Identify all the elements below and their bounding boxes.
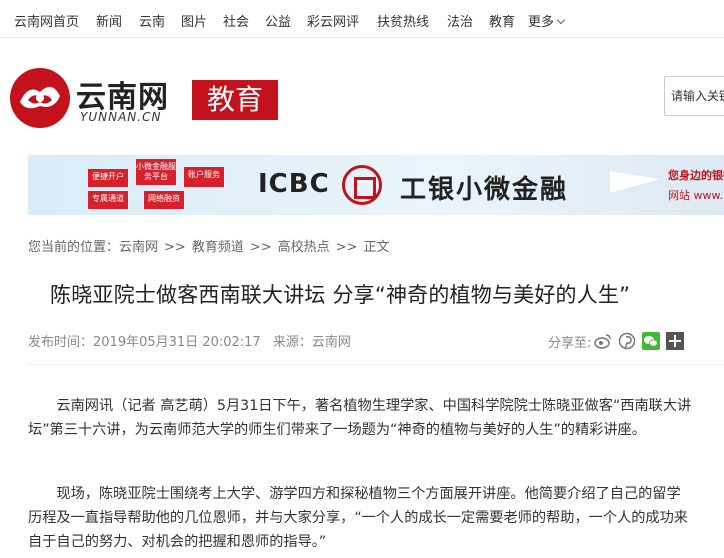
source-value[interactable]: 云南网 xyxy=(312,335,351,350)
article-title: 陈晓亚院士做客西南联大讲坛 分享“神奇的植物与美好的人生” xyxy=(50,283,631,307)
breadcrumb-separator: >> xyxy=(164,240,186,255)
nav-item-commentary[interactable]: 彩云网评 xyxy=(307,11,359,30)
site-logo[interactable]: 云南网 YUNNAN.CN 教育 xyxy=(8,66,278,132)
share-label: 分享至: xyxy=(548,336,592,351)
banner-tagline: 您身边的银行 可信 xyxy=(668,169,724,182)
nav-item-home[interactable]: 云南网首页 xyxy=(14,11,79,30)
nav-item-law[interactable]: 法治 xyxy=(447,11,473,30)
pinterest-icon[interactable] xyxy=(618,332,636,350)
icbc-banner-ad[interactable]: 便捷开户 小微金融服务平台 账户服务 专属通道 网络融资 ICBC 工银小微金融… xyxy=(28,155,724,215)
logo-subtext: YUNNAN.CN xyxy=(80,110,162,124)
banner-slogan: 工银小微金融 xyxy=(400,175,569,205)
nav-item-yunnan[interactable]: 云南 xyxy=(139,11,165,30)
nav-item-photos[interactable]: 图片 xyxy=(181,11,207,30)
breadcrumb-item-education[interactable]: 教育频道 xyxy=(192,240,244,255)
weibo-icon[interactable] xyxy=(594,332,612,350)
wechat-icon[interactable] xyxy=(642,332,660,350)
plus-icon[interactable] xyxy=(666,332,684,350)
banner-block-online-financing: 网络融资 xyxy=(144,191,184,209)
breadcrumb-item-college-news[interactable]: 高校热点 xyxy=(278,240,330,255)
nav-more[interactable]: 更多 xyxy=(528,11,566,30)
paper-plane-icon xyxy=(610,171,660,193)
banner-block-account-service: 账户服务 xyxy=(184,167,224,187)
banner-service-blocks: 便捷开户 小微金融服务平台 账户服务 专属通道 网络融资 xyxy=(84,157,244,213)
nav-item-news[interactable]: 新闻 xyxy=(96,11,122,30)
nav-item-charity[interactable]: 公益 xyxy=(265,11,291,30)
article-paragraph: 现场，陈晓亚院士围绕考上大学、游学四方和探秘植物三个方面展开讲座。他简要介绍了自… xyxy=(28,486,688,550)
search-input[interactable] xyxy=(665,77,724,115)
yunnan-logo-icon xyxy=(10,68,70,128)
nav-item-poverty-hotline[interactable]: 扶贫热线 xyxy=(377,11,429,30)
article-meta: 发布时间：2019年05月31日 20:02:17 来源：云南网 xyxy=(28,331,359,350)
breadcrumb-prefix: 您当前的位置： xyxy=(28,240,120,255)
nav-more-label: 更多 xyxy=(528,15,555,30)
banner-block-micro-finance: 小微金融服务平台 xyxy=(136,159,176,185)
banner-block-exclusive-channel: 专属通道 xyxy=(88,191,128,209)
publish-label: 发布时间： xyxy=(28,335,94,350)
channel-label: 教育 xyxy=(192,80,278,120)
source-label: 来源： xyxy=(272,335,312,350)
breadcrumb-separator: >> xyxy=(249,240,272,255)
nav-item-society[interactable]: 社会 xyxy=(223,11,249,30)
divider xyxy=(28,364,724,365)
banner-site: 网站 www.icbc.co xyxy=(668,189,724,202)
banner-block-open-account: 便捷开户 xyxy=(88,169,128,187)
publish-time: 2019年05月31日 20:02:17 xyxy=(93,335,261,350)
chevron-down-icon xyxy=(556,15,566,25)
banner-brand: ICBC xyxy=(258,169,330,199)
breadcrumb: 您当前的位置：云南网 >> 教育频道 >> 高校热点 >> 正文 xyxy=(28,236,389,255)
search-box[interactable] xyxy=(664,76,724,116)
breadcrumb-item-article[interactable]: 正文 xyxy=(363,240,389,255)
top-nav: 云南网首页 新闻 云南 图片 社会 公益 彩云网评 扶贫热线 法治 教育 更多 xyxy=(0,0,724,38)
nav-item-education[interactable]: 教育 xyxy=(489,11,515,30)
breadcrumb-separator: >> xyxy=(335,240,358,255)
breadcrumb-item-yunnan[interactable]: 云南网 xyxy=(119,240,158,255)
article-paragraph: 云南网讯（记者 高艺萌）5月31日下午，著名植物生理学家、中国科学院院士陈晓亚做… xyxy=(28,398,692,438)
icbc-logo-icon xyxy=(342,165,382,205)
